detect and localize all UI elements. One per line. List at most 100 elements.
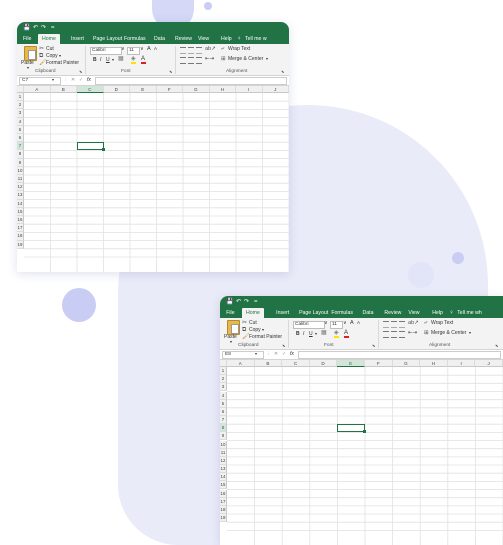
row-header[interactable]: 1 xyxy=(17,93,24,102)
paste-dropdown-icon[interactable]: ▾ xyxy=(230,339,232,345)
selected-cell[interactable] xyxy=(337,424,365,433)
increase-font-button[interactable]: A xyxy=(350,320,354,326)
column-header[interactable]: E xyxy=(337,360,365,367)
column-header[interactable]: C xyxy=(282,360,310,367)
row-header[interactable]: 11 xyxy=(17,175,24,184)
row-header[interactable]: 19 xyxy=(220,514,227,523)
tab-file[interactable]: File xyxy=(226,308,234,318)
cancel-icon[interactable]: ✕ xyxy=(71,77,75,83)
insert-function-button[interactable]: fx xyxy=(290,351,294,357)
bold-button[interactable]: B xyxy=(93,57,97,63)
align-top-icon[interactable] xyxy=(196,47,202,54)
underline-button[interactable]: U xyxy=(106,57,110,63)
select-all-corner[interactable] xyxy=(220,360,227,367)
cancel-icon[interactable]: ✕ xyxy=(274,351,278,357)
clipboard-launcher-icon[interactable]: ⬊ xyxy=(282,343,285,348)
font-launcher-icon[interactable]: ⬊ xyxy=(372,343,375,348)
orientation-icon[interactable]: ab↗ xyxy=(408,320,419,326)
column-header[interactable]: C xyxy=(77,86,104,93)
tab-insert[interactable]: Insert xyxy=(71,34,84,44)
tab-formulas[interactable]: Formulas xyxy=(331,308,353,318)
orientation-icon[interactable]: ab↗ xyxy=(205,46,216,52)
underline-button[interactable]: U xyxy=(309,331,313,337)
column-header[interactable]: D xyxy=(103,86,130,93)
bold-button[interactable]: B xyxy=(296,331,300,337)
customize-quick-access-icon[interactable]: = xyxy=(51,24,55,32)
row-header[interactable]: 7 xyxy=(220,416,227,425)
font-name-dropdown-icon[interactable]: ∨ xyxy=(121,46,125,52)
border-icon[interactable]: ▦ xyxy=(321,330,327,336)
align-center-icon[interactable] xyxy=(399,331,405,338)
column-header[interactable]: E xyxy=(130,86,157,93)
row-header[interactable]: 6 xyxy=(17,134,24,143)
save-icon[interactable]: 💾 xyxy=(226,298,233,306)
tab-page-layout[interactable]: Page Layout xyxy=(93,34,122,44)
decrease-font-button[interactable]: A xyxy=(357,320,360,326)
indent-icon[interactable]: ⇤⇥ xyxy=(408,330,417,336)
tab-view[interactable]: View xyxy=(198,34,209,44)
wrap-text-button[interactable]: Wrap Text xyxy=(431,320,453,326)
row-header[interactable]: 13 xyxy=(220,465,227,474)
font-size-select[interactable]: 11 xyxy=(330,321,343,329)
column-header[interactable]: B xyxy=(50,86,77,93)
indent-icon[interactable]: ⇤⇥ xyxy=(205,56,214,62)
row-header[interactable]: 2 xyxy=(220,375,227,384)
undo-icon[interactable]: ↶ xyxy=(236,298,241,306)
name-box[interactable]: E8 xyxy=(222,351,264,359)
formula-input[interactable] xyxy=(95,77,287,85)
redo-icon[interactable]: ↷ xyxy=(244,298,249,306)
column-header[interactable]: A xyxy=(24,86,51,93)
tab-home[interactable]: Home xyxy=(38,34,60,44)
tab-insert[interactable]: Insert xyxy=(276,308,289,318)
merge-center-button[interactable]: Merge & Center xyxy=(431,330,466,336)
column-header[interactable]: H xyxy=(209,86,236,93)
tab-formulas[interactable]: Formulas xyxy=(124,34,146,44)
tab-tell-me-w[interactable]: Tell me w xyxy=(245,34,267,44)
font-size-dropdown-icon[interactable]: ∨ xyxy=(343,320,347,326)
paste-dropdown-icon[interactable]: ▾ xyxy=(27,65,29,71)
redo-icon[interactable]: ↷ xyxy=(41,24,46,32)
alignment-launcher-icon[interactable]: ⬊ xyxy=(281,69,284,74)
decrease-font-button[interactable]: A xyxy=(154,46,157,52)
row-header[interactable]: 17 xyxy=(17,224,24,233)
tab-data[interactable]: Data xyxy=(363,308,374,318)
selected-cell[interactable] xyxy=(77,142,104,151)
tab-help[interactable]: Help xyxy=(432,308,443,318)
font-launcher-icon[interactable]: ⬊ xyxy=(169,69,172,74)
enter-icon[interactable]: ✓ xyxy=(282,351,286,357)
merge-dropdown-icon[interactable]: ▾ xyxy=(469,330,471,336)
align-center-icon[interactable] xyxy=(391,331,397,338)
row-header[interactable]: 19 xyxy=(17,240,24,249)
align-center-icon[interactable] xyxy=(188,57,194,64)
column-header[interactable]: J xyxy=(475,360,503,367)
copy-button[interactable]: Copy xyxy=(249,327,261,333)
font-name-dropdown-icon[interactable]: ∨ xyxy=(324,320,328,326)
row-header[interactable]: 17 xyxy=(220,497,227,506)
cut-button[interactable]: Cut xyxy=(46,46,54,52)
tab-data[interactable]: Data xyxy=(154,34,165,44)
align-center-icon[interactable] xyxy=(383,331,389,338)
italic-button[interactable]: I xyxy=(100,57,101,63)
column-header[interactable]: F xyxy=(156,86,183,93)
tab-tell-me-wh[interactable]: Tell me wh xyxy=(457,308,482,318)
border-icon[interactable]: ▦ xyxy=(118,56,124,62)
align-top-icon[interactable] xyxy=(399,321,405,328)
tab-view[interactable]: View xyxy=(408,308,419,318)
column-header[interactable]: I xyxy=(236,86,263,93)
undo-icon[interactable]: ↶ xyxy=(33,24,38,32)
underline-dropdown-icon[interactable]: ▾ xyxy=(112,57,114,63)
column-header[interactable]: F xyxy=(365,360,393,367)
row-header[interactable]: 11 xyxy=(220,448,227,457)
align-top-icon[interactable] xyxy=(188,47,194,54)
row-header[interactable]: 12 xyxy=(220,456,227,465)
save-icon[interactable]: 💾 xyxy=(23,24,30,32)
row-header[interactable]: 7 xyxy=(17,142,24,151)
font-size-select[interactable]: 11 xyxy=(127,47,140,55)
row-header[interactable]: 1 xyxy=(220,367,227,376)
tab-review[interactable]: Review xyxy=(384,308,401,318)
merge-center-button[interactable]: Merge & Center xyxy=(228,56,263,62)
column-header[interactable]: B xyxy=(254,360,283,367)
cell-gridlines[interactable] xyxy=(24,93,289,272)
column-header[interactable]: G xyxy=(392,360,421,367)
row-header[interactable]: 18 xyxy=(220,505,227,514)
